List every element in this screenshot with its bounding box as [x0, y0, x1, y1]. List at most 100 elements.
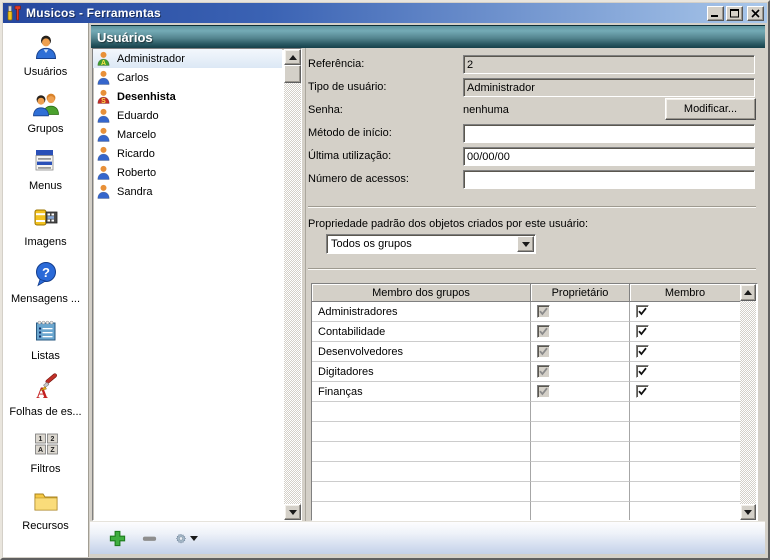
group-name-cell[interactable]: Finanças [312, 382, 531, 402]
remove-user-button[interactable] [138, 527, 160, 549]
user-list-item-eduardo[interactable]: Eduardo [93, 106, 282, 125]
metodo-inicio-label: Método de início: [308, 124, 392, 143]
scrollbar-track[interactable] [740, 301, 756, 504]
sidebar-item-folhas-de-es[interactable]: AFolhas de es... [3, 373, 88, 427]
tipo-usuario-label: Tipo de usuário: [308, 78, 386, 97]
table-row: Contabilidade [312, 322, 757, 342]
membro-checkbox[interactable] [636, 345, 649, 358]
default-property-label: Propriedade padrão dos objetos criados p… [308, 215, 748, 234]
sidebar-item-recursos[interactable]: Recursos [3, 487, 88, 541]
table-row: Desenvolvedores [312, 342, 757, 362]
window-title: Musicos - Ferramentas [26, 6, 707, 20]
close-button[interactable] [747, 6, 764, 21]
modificar-button[interactable]: Modificar... [665, 98, 756, 120]
page-title: Usuários [97, 30, 153, 45]
sidebar-item-filtros[interactable]: 12AZFiltros [3, 430, 88, 484]
senha-value: nenhuma [463, 101, 509, 120]
table-row: Digitadores [312, 362, 757, 382]
column-header-proprietario[interactable]: Proprietário [531, 284, 630, 302]
user-icon [97, 165, 110, 180]
column-header-membro[interactable]: Membro [630, 284, 741, 302]
sidebar-item-label: Mensagens ... [3, 293, 88, 305]
user-name: Carlos [117, 72, 149, 84]
membro-checkbox[interactable] [636, 305, 649, 318]
app-window: Musicos - Ferramentas Usuários Grupos Menu… [0, 0, 770, 560]
membro-checkbox[interactable] [636, 365, 649, 378]
user-name: Ricardo [117, 148, 155, 160]
scroll-down-button[interactable] [284, 504, 301, 520]
stylesheet-icon: A [3, 373, 88, 403]
proprietario-checkbox[interactable] [537, 385, 550, 398]
table-body: AdministradoresContabilidadeDesenvolvedo… [312, 302, 757, 521]
sidebar-item-menus[interactable]: Menus [3, 147, 88, 201]
proprietario-checkbox[interactable] [537, 365, 550, 378]
sidebar-item-label: Usuários [3, 66, 88, 78]
user-list-item-ricardo[interactable]: Ricardo [93, 144, 282, 163]
ultima-utilizacao-label: Última utilização: [308, 147, 391, 166]
minimize-button[interactable] [707, 6, 724, 21]
membro-checkbox[interactable] [636, 385, 649, 398]
group-name-cell[interactable]: Desenvolvedores [312, 342, 531, 362]
membro-cell [630, 302, 741, 322]
triangle-up-icon [289, 55, 297, 60]
add-user-button[interactable] [106, 527, 128, 549]
table-scrollbar[interactable] [740, 284, 756, 520]
proprietario-checkbox[interactable] [537, 325, 550, 338]
metodo-inicio-input[interactable] [463, 124, 755, 143]
user-list-item-marcelo[interactable]: Marcelo [93, 125, 282, 144]
user-list-item-desenhista[interactable]: SDesenhista [93, 87, 282, 106]
sidebar-item-listas[interactable]: Listas [3, 317, 88, 371]
user-list-item-sandra[interactable]: Sandra [93, 182, 282, 201]
settings-button[interactable] [176, 527, 198, 549]
plus-icon [109, 530, 126, 547]
triangle-down-icon [744, 510, 752, 515]
proprietario-checkbox[interactable] [537, 305, 550, 318]
table-row-empty [312, 462, 757, 482]
proprietario-cell [531, 322, 630, 342]
maximize-button[interactable] [726, 6, 743, 21]
sidebar-item-label: Grupos [3, 123, 88, 135]
group-icon [3, 90, 88, 120]
sidebar-item-mensagens[interactable]: ? Mensagens ... [3, 260, 88, 314]
user-icon [97, 70, 110, 85]
group-name-cell[interactable]: Contabilidade [312, 322, 531, 342]
sidebar-item-imagens[interactable]: Imagens [3, 203, 88, 257]
sidebar-item-label: Recursos [3, 520, 88, 532]
user-list-item-administrador[interactable]: AAdministrador [93, 49, 282, 68]
user-list-item-carlos[interactable]: Carlos [93, 68, 282, 87]
table-row-empty [312, 442, 757, 462]
membro-checkbox[interactable] [636, 325, 649, 338]
proprietario-cell [531, 382, 630, 402]
panel-splitter[interactable] [305, 48, 306, 521]
folder-icon [3, 487, 88, 517]
group-name-cell[interactable]: Administradores [312, 302, 531, 322]
column-header-membro-dos-grupos[interactable]: Membro dos grupos [312, 284, 531, 302]
tipo-usuario-field[interactable] [463, 78, 755, 97]
scrollbar-track[interactable] [284, 83, 301, 504]
sidebar-item-usuarios[interactable]: Usuários [3, 33, 88, 87]
svg-text:2: 2 [50, 436, 54, 443]
proprietario-checkbox[interactable] [537, 345, 550, 358]
default-property-select[interactable]: Todos os grupos [326, 234, 536, 254]
referencia-field[interactable] [463, 55, 755, 74]
numero-acessos-input[interactable] [463, 170, 755, 189]
scroll-up-button[interactable] [284, 49, 301, 65]
scroll-up-button[interactable] [740, 284, 756, 301]
ultima-utilizacao-input[interactable] [463, 147, 755, 166]
user-list-item-roberto[interactable]: Roberto [93, 163, 282, 182]
referencia-label: Referência: [308, 55, 364, 74]
list-toolbar [90, 521, 765, 554]
svg-text:S: S [101, 98, 106, 104]
user-list-scrollbar[interactable] [284, 49, 301, 520]
scrollbar-thumb[interactable] [284, 65, 301, 83]
menu-icon [3, 147, 88, 177]
title-bar[interactable]: Musicos - Ferramentas [3, 3, 767, 23]
sidebar-item-grupos[interactable]: Grupos [3, 90, 88, 144]
combo-dropdown-button[interactable] [517, 236, 534, 252]
group-name-cell[interactable]: Digitadores [312, 362, 531, 382]
scroll-down-button[interactable] [740, 504, 756, 520]
divider [308, 268, 756, 270]
proprietario-cell [531, 362, 630, 382]
divider [308, 206, 756, 208]
svg-text:?: ? [42, 265, 50, 280]
